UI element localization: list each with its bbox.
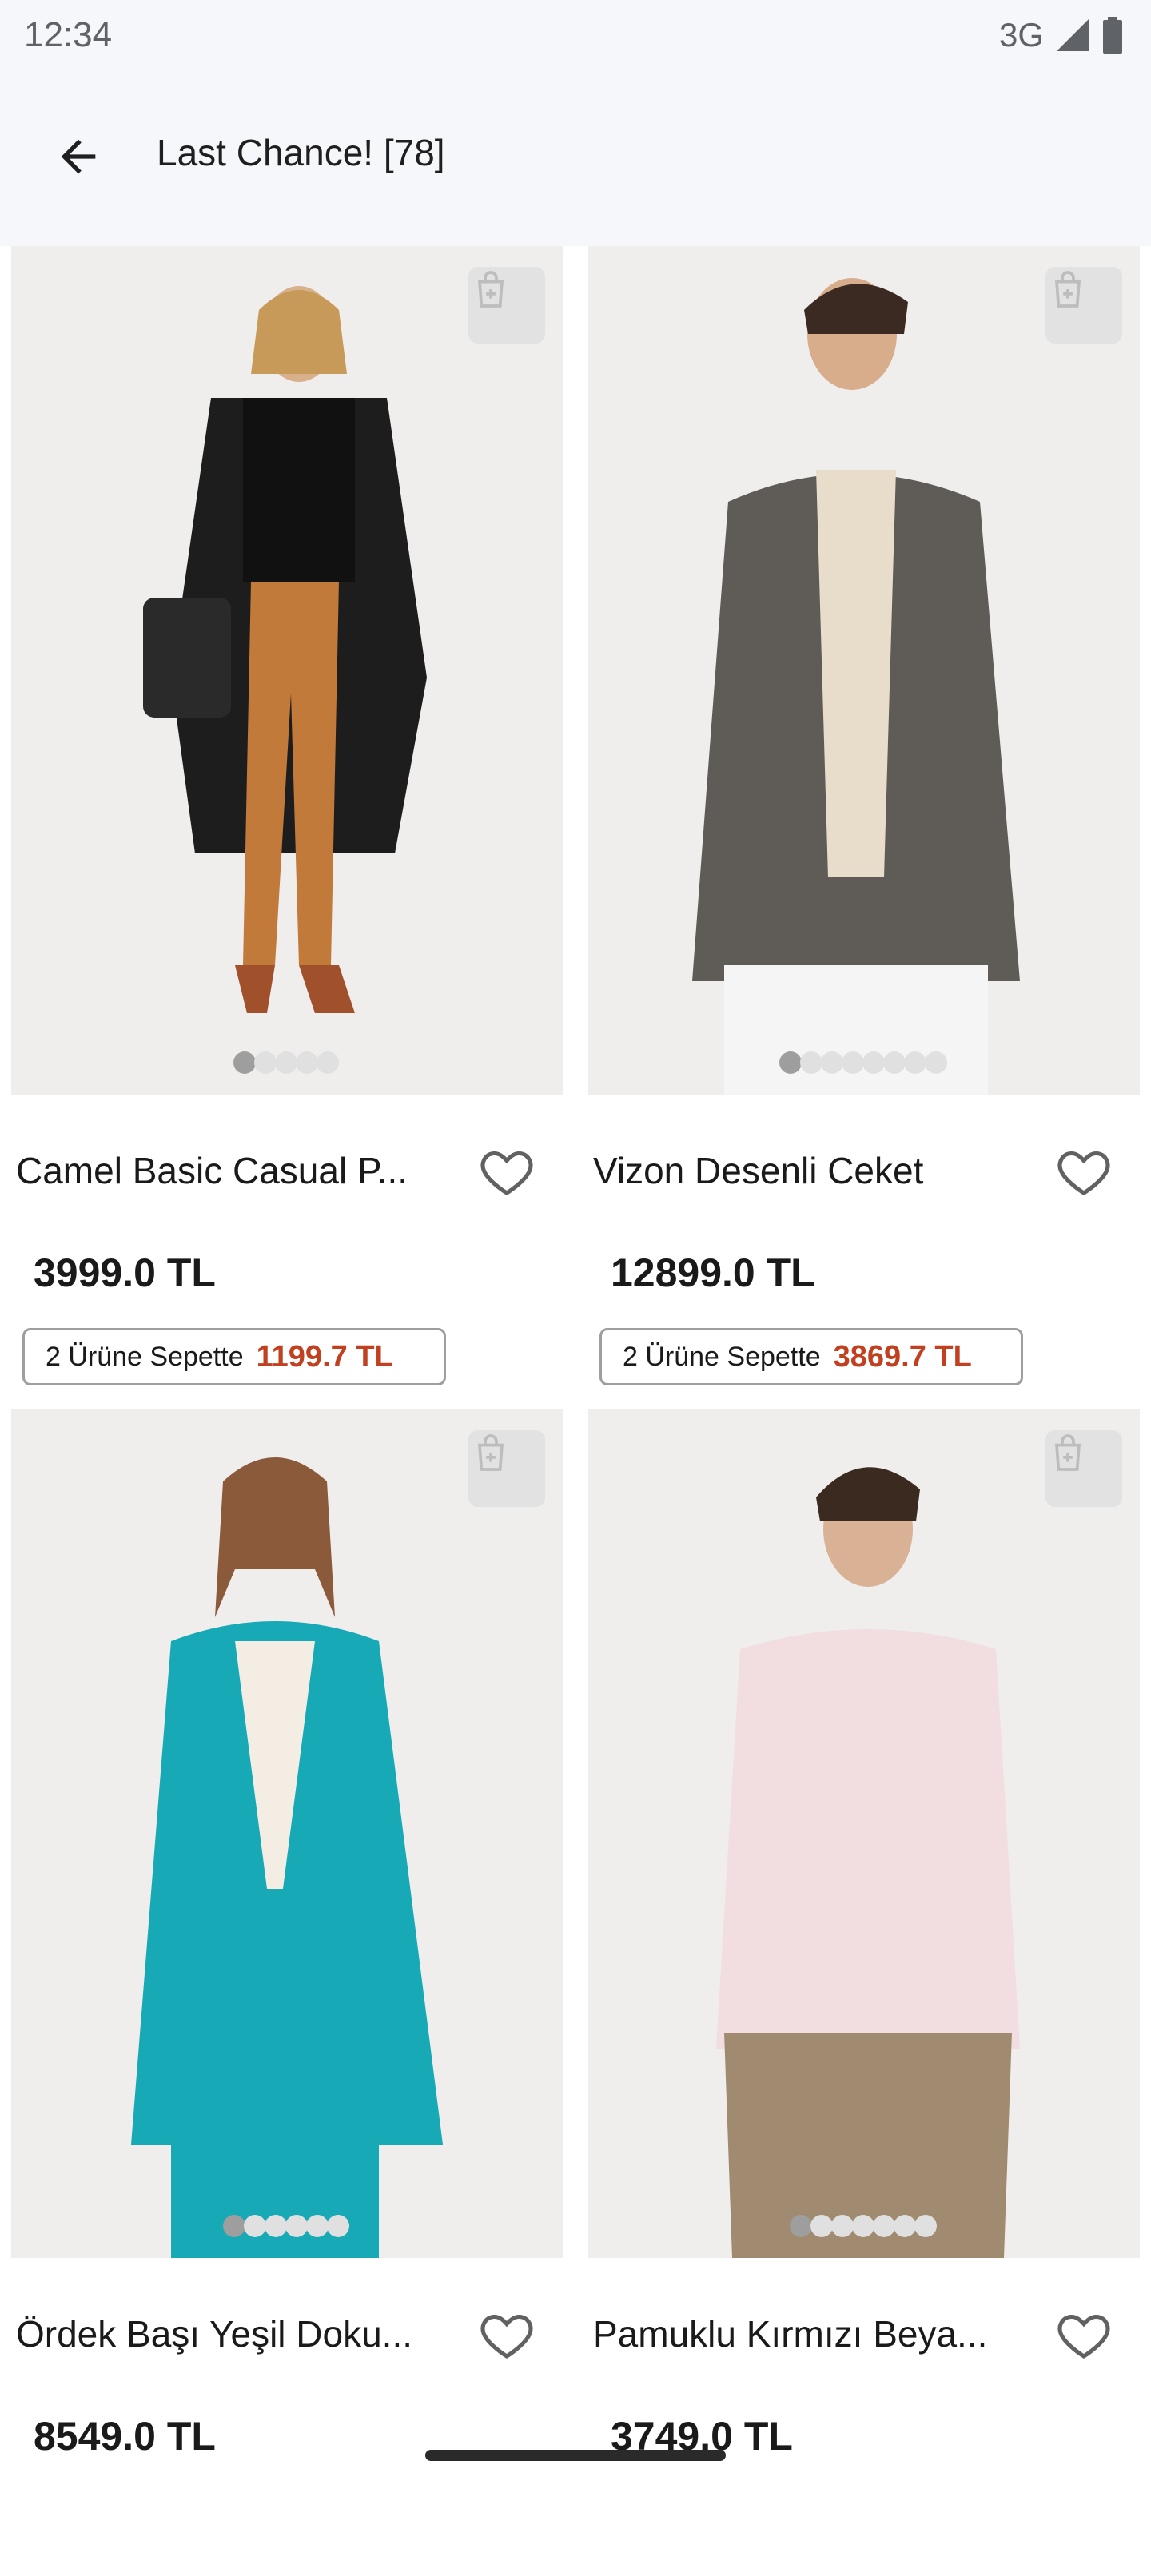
product-price: 3999.0 TL bbox=[34, 1250, 216, 1295]
pager-dot bbox=[265, 2215, 287, 2237]
product-image[interactable] bbox=[11, 246, 563, 1095]
pager-dot bbox=[244, 2215, 266, 2237]
pager-dot bbox=[914, 2215, 937, 2237]
pager-dot bbox=[821, 1051, 843, 1074]
shopping-bag-icon bbox=[1054, 271, 1081, 308]
back-button[interactable] bbox=[40, 118, 117, 195]
pager-dot bbox=[233, 1051, 256, 1074]
product-photo-man-blazer bbox=[588, 246, 1140, 1095]
product-card[interactable]: Ördek Başı Yeşil Doku... 8549.0 TL bbox=[11, 1409, 563, 2576]
image-pager-dots bbox=[588, 1051, 1140, 1074]
product-name[interactable]: Ördek Başı Yeşil Doku... bbox=[16, 2312, 448, 2355]
product-image[interactable] bbox=[588, 1409, 1140, 2258]
product-photo-woman-coat bbox=[11, 246, 563, 1095]
add-to-bag-button[interactable] bbox=[468, 267, 545, 344]
pager-dot bbox=[810, 2215, 833, 2237]
promo-price: 1199.7 TL bbox=[256, 1339, 393, 1373]
signal-icon bbox=[1057, 19, 1089, 51]
pager-dot bbox=[873, 2215, 895, 2237]
heart-icon bbox=[1057, 1151, 1110, 1195]
pager-dot bbox=[317, 1051, 339, 1074]
pager-dot bbox=[852, 2215, 874, 2237]
pager-dot bbox=[862, 1051, 885, 1074]
product-card[interactable]: Vizon Desenli Ceket 12899.0 TL 2 Ürüne S… bbox=[588, 246, 1140, 1413]
promo-badge: 2 Ürüne Sepette 3869.7 TL bbox=[599, 1328, 1023, 1385]
pager-dot bbox=[831, 2215, 854, 2237]
status-bar: 12:34 3G bbox=[0, 0, 1151, 70]
pager-dot bbox=[327, 2215, 349, 2237]
favorite-button[interactable] bbox=[468, 2296, 545, 2373]
product-card[interactable]: Camel Basic Casual P... 3999.0 TL 2 Ürün… bbox=[11, 246, 563, 1413]
pager-dot bbox=[306, 2215, 329, 2237]
promo-label: 2 Ürüne Sepette bbox=[46, 1341, 244, 1372]
shopping-bag-icon bbox=[477, 1434, 504, 1471]
pager-dot bbox=[925, 1051, 947, 1074]
pager-dot bbox=[790, 2215, 812, 2237]
network-type: 3G bbox=[998, 16, 1044, 54]
pager-dot bbox=[800, 1051, 822, 1074]
arrow-left-icon bbox=[61, 139, 96, 174]
pager-dot bbox=[894, 2215, 916, 2237]
status-icons: 3G bbox=[999, 16, 1124, 54]
page-title: Last Chance! [78] bbox=[157, 132, 445, 173]
heart-icon bbox=[480, 1151, 533, 1195]
battery-icon bbox=[1103, 17, 1122, 54]
home-indicator[interactable] bbox=[425, 2450, 726, 2461]
product-name[interactable]: Pamuklu Kırmızı Beya... bbox=[593, 2312, 1025, 2355]
image-pager-dots bbox=[588, 2215, 1140, 2237]
promo-label: 2 Ürüne Sepette bbox=[623, 1341, 821, 1372]
heart-icon bbox=[1057, 2314, 1110, 2359]
promo-badge: 2 Ürüne Sepette 1199.7 TL bbox=[22, 1328, 446, 1385]
add-to-bag-button[interactable] bbox=[468, 1430, 545, 1507]
pager-dot bbox=[779, 1051, 802, 1074]
favorite-button[interactable] bbox=[468, 1133, 545, 1210]
pager-dot bbox=[254, 1051, 277, 1074]
product-name[interactable]: Vizon Desenli Ceket bbox=[593, 1149, 1025, 1192]
product-card[interactable]: Pamuklu Kırmızı Beya... 3749.0 TL bbox=[588, 1409, 1140, 2576]
pager-dot bbox=[223, 2215, 245, 2237]
heart-icon bbox=[480, 2314, 533, 2359]
status-time: 12:34 bbox=[24, 15, 113, 54]
favorite-button[interactable] bbox=[1045, 2296, 1122, 2373]
product-image[interactable] bbox=[11, 1409, 563, 2258]
product-photo-woman-teal-suit bbox=[11, 1409, 563, 2258]
shopping-bag-icon bbox=[1054, 1434, 1081, 1471]
product-name[interactable]: Camel Basic Casual P... bbox=[16, 1149, 448, 1192]
image-pager-dots bbox=[11, 1051, 563, 1074]
product-price: 8549.0 TL bbox=[34, 2414, 216, 2459]
add-to-bag-button[interactable] bbox=[1045, 267, 1122, 344]
product-price: 12899.0 TL bbox=[611, 1250, 815, 1295]
shopping-bag-icon bbox=[477, 271, 504, 308]
promo-price: 3869.7 TL bbox=[833, 1339, 972, 1373]
product-photo-man-shirt bbox=[588, 1409, 1140, 2258]
image-pager-dots bbox=[11, 2215, 563, 2237]
pager-dot bbox=[296, 1051, 318, 1074]
pager-dot bbox=[275, 1051, 297, 1074]
product-image[interactable] bbox=[588, 246, 1140, 1095]
add-to-bag-button[interactable] bbox=[1045, 1430, 1122, 1507]
app-bar: Last Chance! [78] bbox=[0, 70, 1151, 246]
favorite-button[interactable] bbox=[1045, 1133, 1122, 1210]
pager-dot bbox=[904, 1051, 926, 1074]
pager-dot bbox=[842, 1051, 864, 1074]
pager-dot bbox=[285, 2215, 308, 2237]
pager-dot bbox=[883, 1051, 906, 1074]
